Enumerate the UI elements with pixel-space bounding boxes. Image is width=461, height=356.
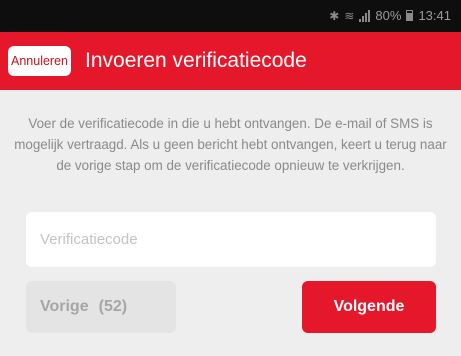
countdown-timer: (52) [98,298,128,315]
wifi-icon: ≋ [344,8,355,23]
status-bar: ✱ ≋ 80% 13:41 [0,0,461,32]
next-button-label: Volgende [333,298,405,315]
status-icons: ✱ ≋ 80% 13:41 [329,8,451,23]
bluetooth-icon: ✱ [329,8,340,23]
signal-icon [359,9,371,22]
cancel-button[interactable]: Annuleren [8,46,71,76]
instruction-text: Voer de verificatiecode in die u hebt on… [14,116,447,173]
previous-button-label: Vorige [40,298,89,315]
verification-code-input[interactable] [26,212,436,267]
previous-button[interactable]: Vorige (52) [26,281,176,333]
next-button[interactable]: Volgende [302,281,436,333]
app-bar: Annuleren Invoeren verificatiecode [0,32,461,90]
battery-percent: 80% [375,8,402,23]
page-title: Invoeren verificatiecode [85,49,307,72]
status-time: 13:41 [418,8,451,23]
battery-icon [406,10,414,21]
